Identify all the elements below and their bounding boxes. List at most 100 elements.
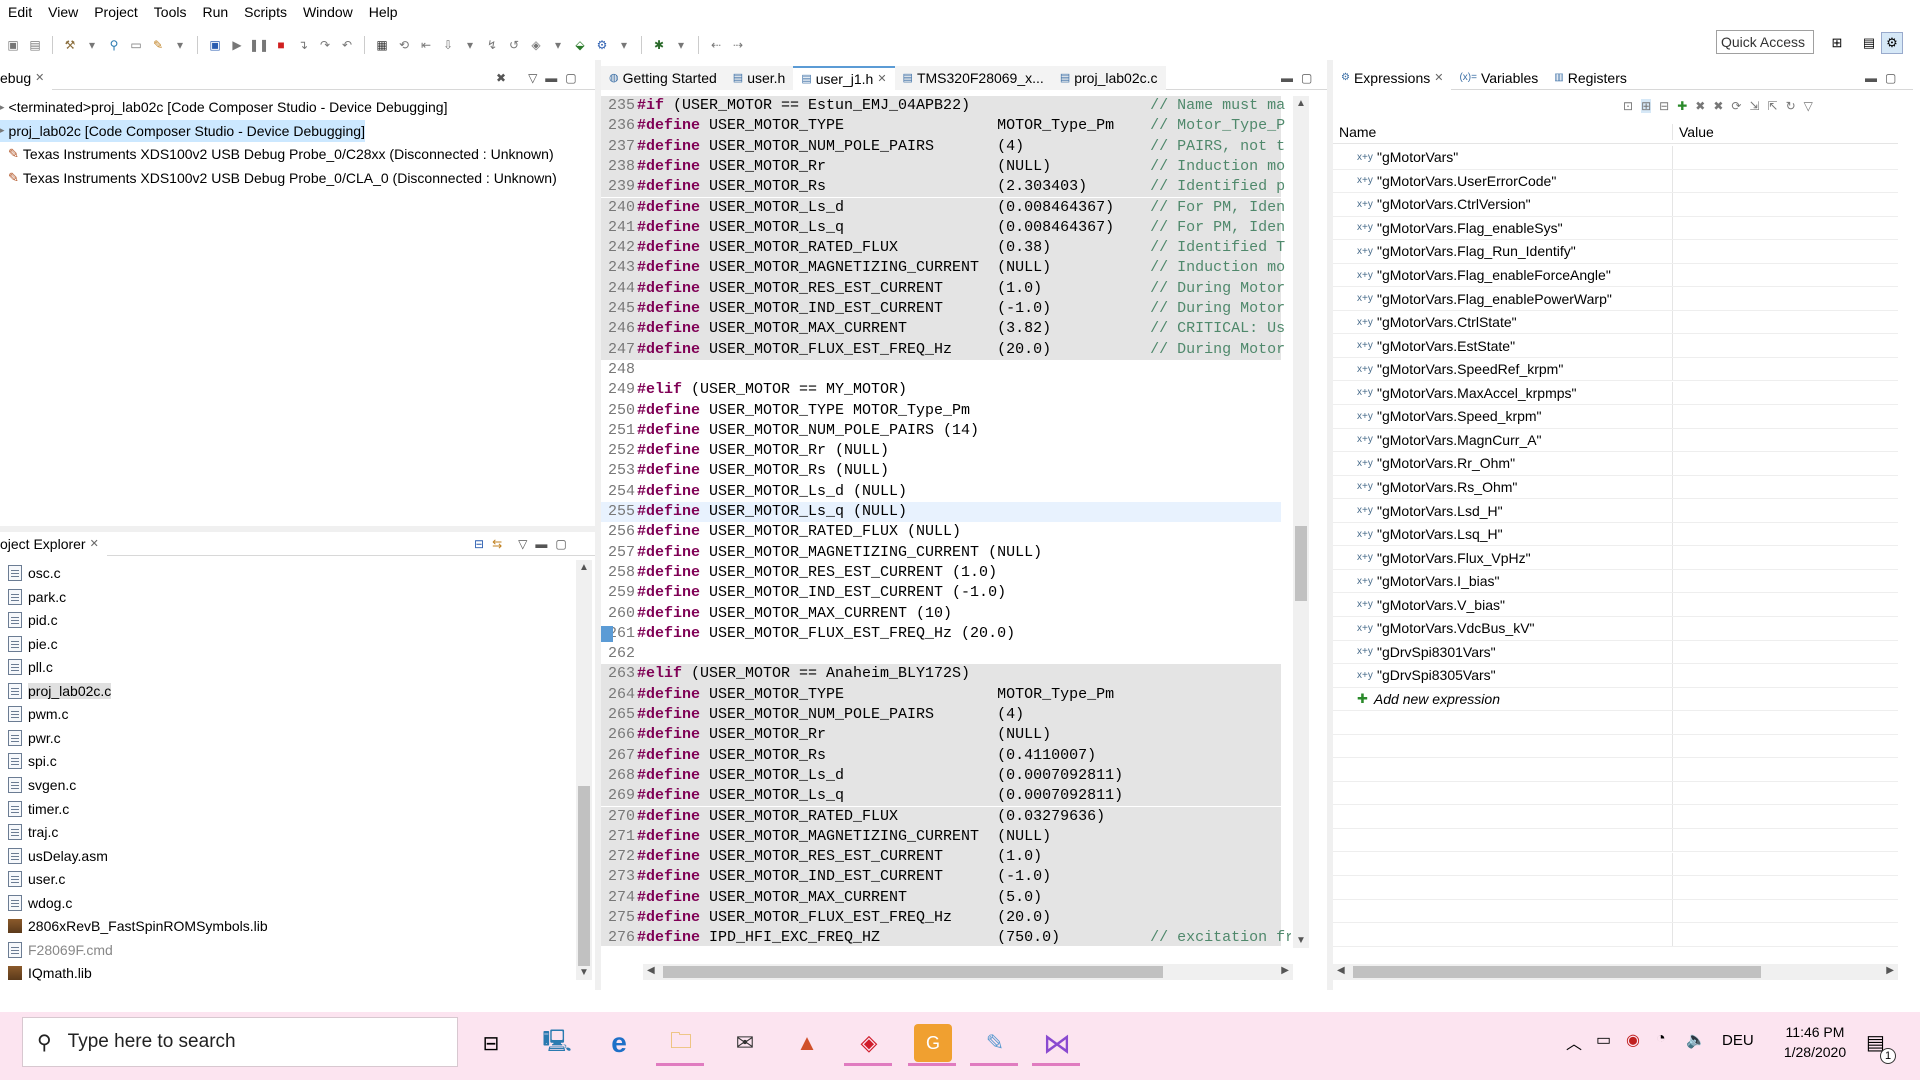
refresh-icon[interactable]: ⟳	[1731, 99, 1741, 113]
restart-icon[interactable]: ⇤	[417, 36, 435, 54]
flash-icon[interactable]: ✎	[149, 36, 167, 54]
code-line[interactable]: 268 #define USER_MOTOR_Ls_d (0.0007092811…	[601, 765, 1281, 787]
code-line[interactable]: 253 #define USER_MOTOR_Rs (NULL)	[601, 461, 1281, 481]
code-line[interactable]: 264 #define USER_MOTOR_TYPE MOTOR_Type_Pm	[601, 684, 1281, 705]
open-icon[interactable]: ▭	[127, 36, 145, 54]
scroll-down-icon[interactable]: ▼	[1296, 935, 1306, 946]
code-line[interactable]: 247 #define USER_MOTOR_FLUX_EST_FREQ_Hz (…	[601, 339, 1285, 360]
tab-editor-file[interactable]: ▤ proj_lab02c.c	[1051, 66, 1166, 90]
tab-project-explorer[interactable]: oject Explorer ✕	[0, 532, 107, 556]
code-line[interactable]: 270 #define USER_MOTOR_RATED_FLUX (0.0327…	[601, 806, 1281, 827]
code-line[interactable]: 261 #define USER_MOTOR_FLUX_EST_FREQ_Hz (…	[601, 624, 1281, 644]
project-file-item[interactable]: F28069F.cmd	[8, 939, 113, 961]
code-line[interactable]: 258 #define USER_MOTOR_RES_EST_CURRENT (1…	[601, 563, 1281, 583]
paint-icon[interactable]: ✎	[976, 1024, 1014, 1062]
assembly-step-icon[interactable]: ↯	[483, 36, 501, 54]
terminate-icon[interactable]: ■	[272, 36, 290, 54]
view-menu-icon[interactable]: ▽	[528, 71, 537, 85]
project-file-item[interactable]: user.c	[8, 868, 65, 890]
expression-row[interactable]: x+y "gMotorVars.Rs_Ohm"	[1333, 475, 1898, 500]
project-file-item[interactable]: IQmath.lib	[8, 962, 92, 984]
maximize-icon[interactable]: ▢	[1301, 71, 1312, 85]
assembly-over-icon[interactable]: ↺	[505, 36, 523, 54]
forward-icon[interactable]: ⇢	[729, 36, 747, 54]
code-line[interactable]: 276 #define IPD_HFI_EXC_FREQ_HZ (750.0) /…	[601, 928, 1291, 946]
debug-tree-item[interactable]: ✎ Texas Instruments XDS100v2 USB Debug Pr…	[0, 143, 554, 165]
code-line[interactable]: 255 #define USER_MOTOR_Ls_q (NULL)	[601, 502, 1281, 523]
project-file-item[interactable]: timer.c	[8, 798, 69, 820]
project-file-item[interactable]: spi.c	[8, 750, 57, 772]
code-line[interactable]: 273 #define USER_MOTOR_IND_EST_CURRENT (-…	[601, 867, 1281, 888]
tab-editor-file[interactable]: ▤ user.h	[724, 66, 794, 90]
expression-row[interactable]: x+y "gMotorVars.Flux_VpHz"	[1333, 546, 1898, 570]
project-file-item[interactable]: usDelay.asm	[8, 845, 108, 867]
step-over-icon[interactable]: ↷	[316, 36, 334, 54]
scrollbar-thumb[interactable]	[1295, 526, 1307, 601]
show-hidden-icons-icon[interactable]: ︿	[1566, 1030, 1582, 1054]
menu-item-help[interactable]: Help	[361, 4, 406, 20]
maximize-icon[interactable]: ▢	[555, 537, 566, 551]
debug-tree-item[interactable]: ▸ proj_lab02c [Code Composer Studio - Dev…	[0, 119, 365, 142]
view-menu-icon[interactable]: ▽	[1804, 99, 1813, 113]
back-icon[interactable]: ⇠	[707, 36, 725, 54]
menu-item-tools[interactable]: Tools	[146, 4, 195, 20]
maximize-icon[interactable]: ▢	[565, 71, 576, 85]
code-line[interactable]: 240 #define USER_MOTOR_Ls_d (0.008464367)…	[601, 197, 1285, 218]
dropdown-icon[interactable]: ▾	[672, 36, 690, 54]
expression-row[interactable]: x+y "gMotorVars.CtrlVersion"	[1333, 193, 1898, 217]
debug-tree-item[interactable]: ▸ <terminated>proj_lab02c [Code Composer …	[0, 96, 447, 118]
minimize-icon[interactable]: ▬	[1281, 71, 1293, 85]
code-line[interactable]: 265 #define USER_MOTOR_NUM_POLE_PAIRS (4)	[601, 705, 1281, 726]
project-file-item[interactable]: park.c	[8, 586, 66, 608]
view-menu-icon[interactable]: ▽	[518, 537, 527, 551]
expression-row[interactable]: x+y "gMotorVars.EstState"	[1333, 334, 1898, 358]
build-icon[interactable]: ⚒	[61, 36, 79, 54]
save-icon[interactable]: ▣	[4, 36, 22, 54]
expression-row[interactable]: x+y "gMotorVars.I_bias"	[1333, 569, 1898, 594]
step-return-icon[interactable]: ↶	[338, 36, 356, 54]
code-line[interactable]: 242 #define USER_MOTOR_RATED_FLUX (0.38) …	[601, 238, 1285, 259]
expression-row[interactable]: x+y "gDrvSpi8301Vars"	[1333, 640, 1898, 665]
dropdown-icon[interactable]: ▾	[83, 36, 101, 54]
close-icon[interactable]: ✕	[35, 71, 44, 84]
close-icon[interactable]: ✕	[1434, 71, 1443, 84]
code-line[interactable]: 238 #define USER_MOTOR_Rr (NULL) // Induc…	[601, 156, 1285, 178]
remove-icon[interactable]: ✖	[1695, 99, 1705, 113]
memory-icon[interactable]: ▦	[373, 36, 391, 54]
scroll-left-icon[interactable]: ◀	[1337, 965, 1345, 976]
load-icon[interactable]: ⇩	[439, 36, 457, 54]
debug-icon[interactable]: ⚲	[105, 36, 123, 54]
code-line[interactable]: 256 #define USER_MOTOR_RATED_FLUX (NULL)	[601, 522, 1281, 542]
code-line[interactable]: 235 #if (USER_MOTOR == Estun_EMJ_04APB22)…	[601, 96, 1285, 117]
project-file-item[interactable]: pid.c	[8, 609, 58, 631]
suspend-icon[interactable]: ❚❚	[249, 36, 269, 54]
wifi-icon[interactable]: ◔	[1656, 1030, 1666, 1048]
open-perspective-icon[interactable]: ⊞	[1826, 32, 1848, 54]
menu-item-view[interactable]: View	[40, 4, 86, 20]
computer-icon[interactable]: 🖳	[538, 1024, 576, 1062]
chip-icon[interactable]: ✱	[650, 36, 668, 54]
resume-icon[interactable]: ▶	[228, 36, 246, 54]
connect-icon[interactable]: ▣	[206, 36, 224, 54]
scroll-up-icon[interactable]: ▲	[1296, 98, 1306, 109]
code-line[interactable]: 259 #define USER_MOTOR_IND_EST_CURRENT (-…	[601, 583, 1281, 603]
expression-row[interactable]: x+y "gMotorVars.Flag_Run_Identify"	[1333, 240, 1898, 264]
reset-icon[interactable]: ⟲	[395, 36, 413, 54]
project-file-item[interactable]: traj.c	[8, 821, 58, 843]
code-line[interactable]: 251 #define USER_MOTOR_NUM_POLE_PAIRS (14…	[601, 421, 1281, 441]
code-line[interactable]: 260 #define USER_MOTOR_MAX_CURRENT (10)	[601, 604, 1281, 624]
network-warning-icon[interactable]: ◉	[1626, 1030, 1640, 1050]
project-explorer-scrollbar[interactable]: ▲ ▼	[576, 560, 592, 980]
code-line[interactable]: 254 #define USER_MOTOR_Ls_d (NULL)	[601, 482, 1281, 502]
add-new-expression-row[interactable]: ✚ Add new expression	[1333, 687, 1898, 712]
menu-item-window[interactable]: Window	[295, 4, 361, 20]
expression-row[interactable]: x+y "gMotorVars.UserErrorCode"	[1333, 169, 1898, 194]
expression-row[interactable]: x+y "gMotorVars.Rr_Ohm"	[1333, 452, 1898, 476]
project-file-item[interactable]: pwm.c	[8, 703, 68, 725]
expression-row[interactable]: x+y "gMotorVars.Lsq_H"	[1333, 522, 1898, 547]
tools-icon[interactable]: ⚙	[593, 36, 611, 54]
tab-registers[interactable]: ▥ Registers	[1546, 66, 1635, 90]
expression-row[interactable]: x+y "gMotorVars.VdcBus_kV"	[1333, 617, 1898, 641]
code-line[interactable]: 246 #define USER_MOTOR_MAX_CURRENT (3.82)…	[601, 319, 1285, 340]
project-file-item[interactable]: svgen.c	[8, 774, 76, 796]
